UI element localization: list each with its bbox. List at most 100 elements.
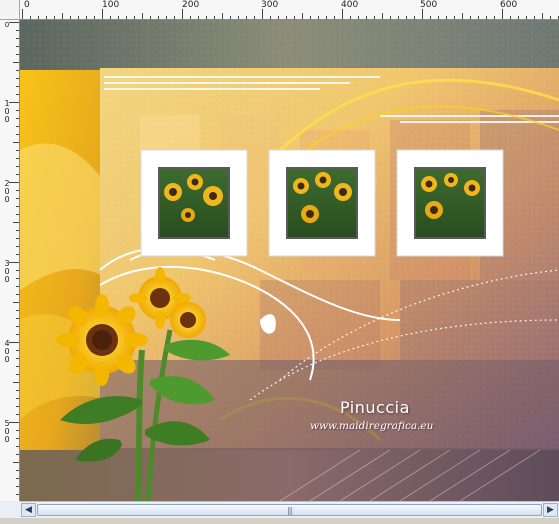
ruler-tick — [70, 16, 71, 19]
ruler-tick — [534, 16, 535, 19]
image-editor-view: 0 100 200 300 400 500 600 0 1 0 0 2 0 0 … — [0, 0, 559, 524]
ruler-tick — [270, 16, 271, 19]
horizontal-ruler[interactable]: 0 100 200 300 400 500 600 — [20, 0, 559, 20]
ruler-tick — [302, 13, 303, 19]
ruler-tick — [16, 438, 19, 439]
ruler-tick — [16, 278, 19, 279]
ruler-tick — [16, 470, 19, 471]
ruler-tick — [486, 16, 487, 19]
ruler-tick — [478, 16, 479, 19]
ruler-tick — [13, 462, 19, 463]
ruler-tick — [16, 78, 19, 79]
ruler-tick — [9, 22, 19, 23]
ruler-tick — [16, 414, 19, 415]
ruler-tick — [526, 16, 527, 19]
ruler-tick — [542, 13, 543, 19]
scroll-corner — [0, 501, 20, 518]
ruler-tick — [13, 302, 19, 303]
ruler-tick — [126, 16, 127, 19]
photo-frame-1 — [140, 149, 248, 257]
ruler-tick — [16, 126, 19, 127]
ruler-tick — [518, 16, 519, 19]
ruler-tick — [16, 230, 19, 231]
ruler-tick — [16, 54, 19, 55]
ruler-h-label: 300 — [261, 0, 279, 10]
ruler-tick — [16, 398, 19, 399]
ruler-tick — [390, 16, 391, 19]
ruler-tick — [9, 182, 19, 183]
ruler-tick — [16, 406, 19, 407]
ruler-tick — [334, 16, 335, 19]
ruler-v-label-400: 4 0 0 — [4, 339, 10, 364]
artwork-graphic — [20, 20, 559, 501]
signature-text: Pinuccia — [340, 398, 410, 417]
ruler-tick — [510, 16, 511, 19]
ruler-v-label-300: 3 0 0 — [4, 259, 10, 284]
ruler-tick — [422, 9, 423, 19]
ruler-tick — [13, 222, 19, 223]
ruler-tick — [262, 9, 263, 19]
ruler-tick — [16, 86, 19, 87]
ruler-tick — [16, 238, 19, 239]
ruler-tick — [462, 13, 463, 19]
ruler-tick — [158, 16, 159, 19]
ruler-tick — [16, 334, 19, 335]
ruler-tick — [230, 16, 231, 19]
scroll-right-button[interactable]: ▶ — [543, 503, 558, 517]
ruler-tick — [222, 13, 223, 19]
ruler-tick — [134, 16, 135, 19]
vertical-ruler[interactable]: 0 1 0 0 2 0 0 3 0 0 4 0 0 5 0 0 — [0, 20, 20, 501]
ruler-tick — [16, 310, 19, 311]
ruler-corner — [0, 0, 20, 20]
ruler-v-label-200: 2 0 0 — [4, 179, 10, 204]
ruler-tick — [22, 9, 23, 19]
ruler-v-label-100: 1 0 0 — [4, 99, 10, 124]
ruler-tick — [430, 16, 431, 19]
ruler-tick — [16, 190, 19, 191]
ruler-tick — [150, 16, 151, 19]
ruler-tick — [286, 16, 287, 19]
ruler-tick — [30, 16, 31, 19]
scroll-left-button[interactable]: ◀ — [21, 503, 36, 517]
ruler-tick — [16, 254, 19, 255]
ruler-tick — [46, 16, 47, 19]
ruler-tick — [62, 13, 63, 19]
ruler-tick — [16, 286, 19, 287]
ruler-tick — [350, 16, 351, 19]
ruler-tick — [16, 358, 19, 359]
arrow-left-icon: ◀ — [25, 505, 32, 515]
horizontal-scrollbar[interactable]: ◀ ||| ▶ — [20, 501, 559, 518]
ruler-tick — [16, 134, 19, 135]
ruler-tick — [13, 62, 19, 63]
ruler-tick — [198, 16, 199, 19]
ruler-tick — [166, 16, 167, 19]
ruler-tick — [16, 390, 19, 391]
ruler-tick — [16, 326, 19, 327]
ruler-tick — [310, 16, 311, 19]
ruler-tick — [16, 174, 19, 175]
ruler-h-label: 400 — [341, 0, 359, 10]
ruler-tick — [358, 16, 359, 19]
image-canvas[interactable]: Pinuccia www.maidiregrafica.eu — [20, 20, 559, 501]
ruler-tick — [406, 16, 407, 19]
ruler-tick — [78, 16, 79, 19]
ruler-tick — [174, 16, 175, 19]
ruler-tick — [342, 9, 343, 19]
photo-frame-2 — [268, 149, 376, 257]
ruler-tick — [190, 16, 191, 19]
ruler-tick — [16, 366, 19, 367]
ruler-tick — [16, 350, 19, 351]
ruler-tick — [454, 16, 455, 19]
scroll-thumb[interactable]: ||| — [37, 504, 542, 516]
ruler-tick — [294, 16, 295, 19]
ruler-tick — [16, 214, 19, 215]
ruler-tick — [494, 16, 495, 19]
ruler-tick — [550, 16, 551, 19]
ruler-tick — [16, 494, 19, 495]
ruler-tick — [414, 16, 415, 19]
ruler-tick — [16, 446, 19, 447]
ruler-tick — [16, 246, 19, 247]
ruler-tick — [182, 9, 183, 19]
ruler-v-label-500: 5 0 0 — [4, 419, 10, 444]
ruler-tick — [86, 16, 87, 19]
